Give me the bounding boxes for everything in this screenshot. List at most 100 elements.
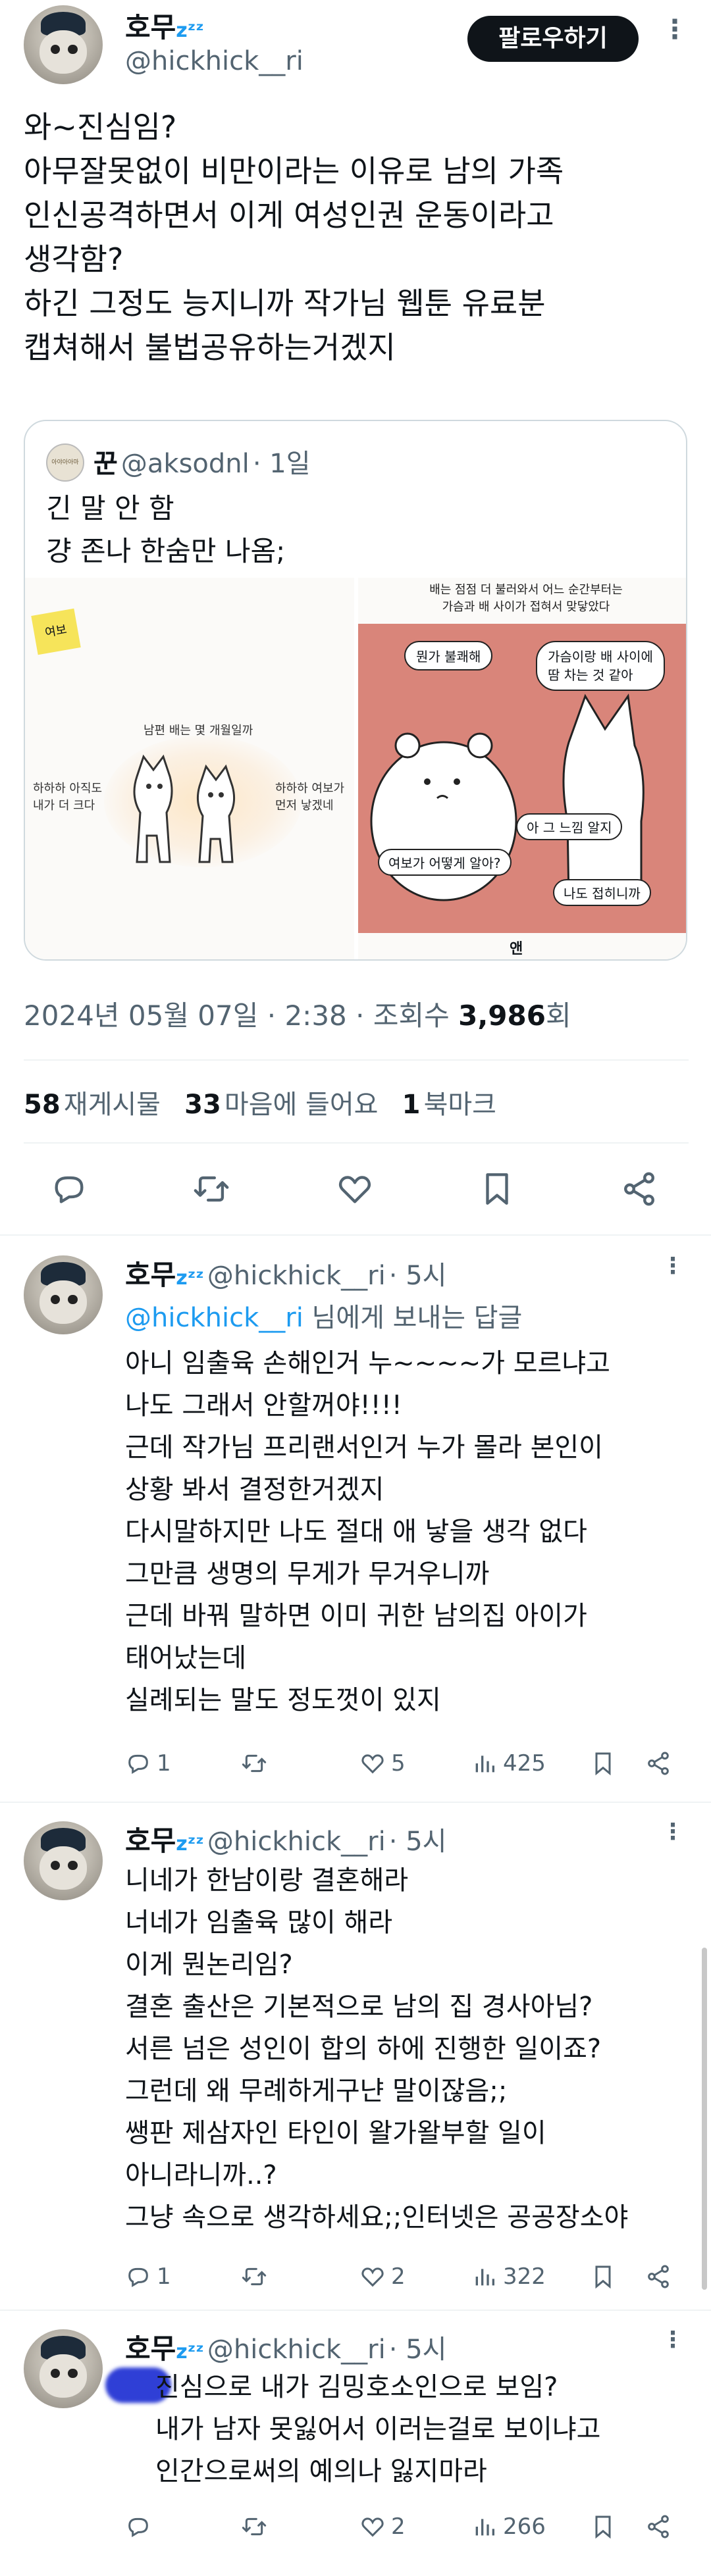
- comic-bubble-5: 나도 접히니까: [553, 879, 651, 906]
- sticky-note: 여보: [31, 608, 81, 655]
- quoted-author-handle: @aksodnl: [120, 449, 250, 479]
- reply-author-handle: @hickhick__ri: [207, 1827, 386, 1857]
- bookmark-icon[interactable]: [478, 1170, 516, 1208]
- reply-to-mention[interactable]: @hickhick__ri: [125, 1303, 303, 1333]
- comic-bubble-3: 아 그 느낌 알지: [516, 813, 623, 840]
- reply-button[interactable]: [125, 2513, 157, 2540]
- retweet-button[interactable]: [241, 2513, 273, 2540]
- follow-button[interactable]: 팔로우하기: [467, 16, 639, 62]
- reply-time: · 5시: [388, 1827, 447, 1857]
- author-handle[interactable]: @hickhick__ri: [125, 46, 303, 76]
- view-count: 322: [503, 2263, 546, 2290]
- divider: [24, 1059, 689, 1061]
- reply-divider: [0, 1802, 711, 1803]
- views-button[interactable]: 266: [471, 2513, 546, 2540]
- view-count-suffix: 회: [545, 999, 571, 1032]
- reply-author-name: 호무: [125, 2333, 176, 2365]
- views-button[interactable]: 322: [471, 2263, 546, 2290]
- views-icon: [475, 2269, 494, 2286]
- more-icon[interactable]: ⋮: [662, 14, 689, 45]
- quoted-author-name: 꾼: [93, 449, 118, 479]
- like-count: 2: [391, 2263, 406, 2290]
- sleep-badge-icon: zᶻᶻ: [176, 1832, 204, 1856]
- comic-characters-left: [133, 754, 236, 863]
- reply-count: 1: [157, 2263, 171, 2290]
- like-button[interactable]: 5: [359, 1750, 406, 1777]
- retweet-button[interactable]: [241, 1750, 273, 1777]
- reply-icon: [128, 1754, 148, 1774]
- reply-actions: 1 5 425: [0, 1750, 711, 1783]
- sleep-badge-icon: zᶻᶻ: [176, 1267, 204, 1290]
- stats-row: 58 재게시물 33 마음에 들어요 1 북마크: [24, 1083, 496, 1121]
- like-icon: [361, 2267, 384, 2287]
- retweet-icon[interactable]: [192, 1170, 230, 1208]
- share-button[interactable]: [645, 2513, 672, 2540]
- comic-speech-right: 하하하 여보가 먼저 낳겠네: [275, 782, 345, 813]
- bookmark-button[interactable]: [590, 2513, 616, 2540]
- quoted-author-avatar: 아야아아마: [46, 443, 84, 482]
- bookmark-icon: [595, 2265, 611, 2289]
- views-icon: [475, 1755, 494, 1773]
- quoted-time: · 1일: [252, 449, 311, 479]
- retweet-icon: [242, 2517, 267, 2536]
- reply-avatar[interactable]: [24, 1255, 103, 1334]
- tweet-timestamp[interactable]: 2024년 05월 07일 · 2:38 · 조회수: [24, 999, 450, 1032]
- more-icon[interactable]: ⋮: [662, 1819, 685, 1845]
- author-name: 호무: [125, 11, 176, 43]
- reply-header[interactable]: 호무zᶻᶻ @hickhick__ri · 5시: [125, 1253, 446, 1293]
- reply-button[interactable]: 1: [125, 2263, 171, 2290]
- author-avatar[interactable]: [24, 5, 103, 84]
- reply-actions: 2 266: [0, 2513, 711, 2546]
- quoted-image-left[interactable]: 여보 남편 배는 몇 개월일까 하하하 아직도 내가 더 크다 하하하 여보가 …: [25, 578, 354, 959]
- views-button[interactable]: 425: [471, 1750, 546, 1777]
- reply-text: 아니 임출육 손해인거 누~~~~가 모르냐고 나도 그래서 안할꺼야!!!! …: [125, 1348, 610, 1715]
- comic-bubble-2: 가슴이랑 배 사이에 땀 차는 것 같아: [536, 641, 665, 691]
- author-name-row[interactable]: 호무zᶻᶻ: [125, 5, 204, 45]
- tweet-meta: 2024년 05월 07일 · 2:38 · 조회수 3,986회: [24, 994, 571, 1034]
- comic-narration: 배는 점점 더 불러와서 어느 순간부터는 가슴과 배 사이가 접혀서 맞닿았다: [429, 583, 623, 614]
- view-count: 425: [503, 1750, 546, 1777]
- divider: [24, 1142, 689, 1144]
- reply-actions: 1 2 322: [0, 2263, 711, 2296]
- share-button[interactable]: [645, 1750, 672, 1777]
- like-count: 2: [391, 2513, 406, 2540]
- like-stat[interactable]: 33 마음에 들어요: [184, 1090, 378, 1120]
- more-icon[interactable]: ⋮: [662, 2327, 685, 2353]
- like-icon[interactable]: [336, 1170, 374, 1208]
- retweet-button[interactable]: [241, 2263, 273, 2290]
- share-icon[interactable]: [620, 1170, 658, 1208]
- quoted-tweet-card[interactable]: 아야아아마 꾼 @aksodnl · 1일 긴 말 안 함 걍 존나 한숨만 나…: [24, 420, 687, 961]
- reply-time: · 5시: [388, 2335, 447, 2365]
- like-button[interactable]: 2: [359, 2263, 406, 2290]
- retweet-icon: [242, 1754, 267, 1773]
- reply-header[interactable]: 호무zᶻᶻ @hickhick__ri · 5시: [125, 1819, 446, 1859]
- reply-avatar[interactable]: [24, 2329, 103, 2408]
- reply-author-name: 호무: [125, 1825, 176, 1857]
- sleep-badge-icon: zᶻᶻ: [176, 2340, 204, 2363]
- reply-icon[interactable]: [50, 1170, 88, 1208]
- quoted-image-right[interactable]: 배는 점점 더 불러와서 어느 순간부터는 가슴과 배 사이가 접혀서 맞닿았다…: [358, 578, 686, 959]
- reply-header[interactable]: 호무zᶻᶻ @hickhick__ri · 5시: [125, 2327, 446, 2367]
- like-count: 5: [391, 1750, 406, 1777]
- scrollbar[interactable]: [702, 1948, 707, 2290]
- retweet-stat[interactable]: 58 재게시물: [24, 1090, 161, 1120]
- comic-speech-left: 하하하 아직도 내가 더 크다: [33, 782, 103, 813]
- comic-bubble-1: 뭔가 불쾌해: [404, 641, 493, 670]
- share-button[interactable]: [645, 2263, 672, 2290]
- like-button[interactable]: 2: [359, 2513, 406, 2540]
- bookmark-button[interactable]: [590, 1750, 616, 1777]
- sleep-badge-icon: zᶻᶻ: [176, 19, 204, 42]
- reply-icon: [128, 2517, 148, 2537]
- like-icon: [361, 2517, 384, 2537]
- quoted-text: 긴 말 안 함 걍 존나 한숨만 나옴;: [46, 492, 286, 567]
- reply-avatar[interactable]: [24, 1821, 103, 1900]
- bookmark-stat[interactable]: 1 북마크: [402, 1090, 496, 1120]
- like-icon: [361, 1754, 384, 1774]
- views-icon: [475, 2519, 494, 2536]
- reply-author-handle: @hickhick__ri: [207, 2335, 386, 2365]
- bookmark-button[interactable]: [590, 2263, 616, 2290]
- more-icon[interactable]: ⋮: [662, 1253, 685, 1279]
- share-icon: [648, 1752, 669, 1775]
- reply-time: · 5시: [388, 1261, 447, 1291]
- reply-button[interactable]: 1: [125, 1750, 171, 1777]
